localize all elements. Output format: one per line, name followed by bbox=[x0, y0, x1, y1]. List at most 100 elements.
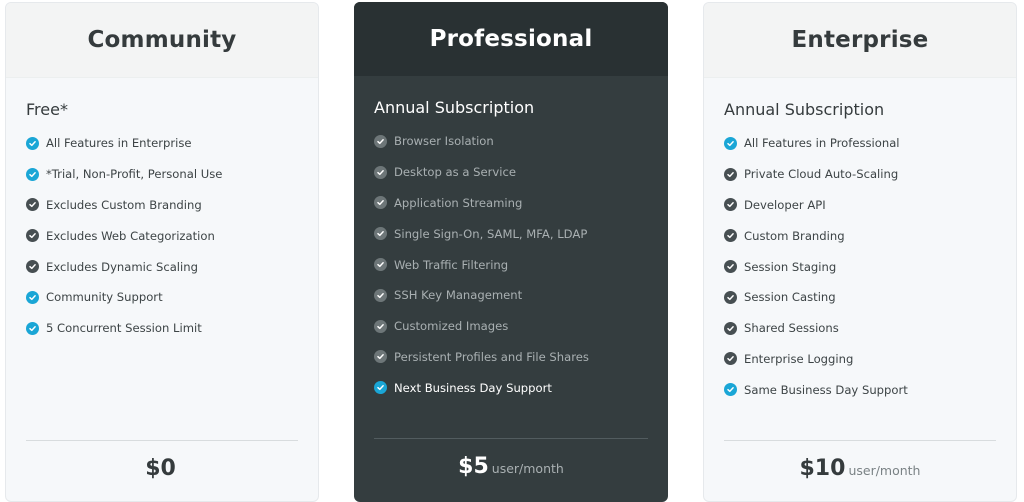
check-circle-icon bbox=[724, 198, 737, 212]
plan-subtitle: Annual Subscription bbox=[724, 100, 885, 119]
feature-item: Excludes Web Categorization bbox=[26, 220, 298, 251]
feature-label: Persistent Profiles and File Shares bbox=[394, 349, 589, 364]
feature-item: Excludes Custom Branding bbox=[26, 190, 298, 221]
feature-item: Persistent Profiles and File Shares bbox=[374, 342, 648, 373]
feature-label: Same Business Day Support bbox=[744, 382, 908, 397]
feature-item: Enterprise Logging bbox=[724, 344, 996, 375]
feature-label: 5 Concurrent Session Limit bbox=[46, 321, 202, 336]
feature-label: SSH Key Management bbox=[394, 288, 523, 303]
feature-label: Next Business Day Support bbox=[394, 380, 552, 395]
feature-item: Session Staging bbox=[724, 251, 996, 282]
feature-item: *Trial, Non-Profit, Personal Use bbox=[26, 159, 298, 190]
feature-item: Same Business Day Support bbox=[724, 374, 996, 405]
feature-label: Desktop as a Service bbox=[394, 165, 516, 180]
check-circle-icon bbox=[724, 383, 737, 397]
divider bbox=[26, 440, 298, 441]
feature-label: Session Staging bbox=[744, 259, 837, 274]
feature-item: Next Business Day Support bbox=[374, 372, 648, 403]
check-circle-icon bbox=[374, 381, 387, 395]
check-circle-icon bbox=[374, 196, 387, 210]
feature-item: Developer API bbox=[724, 190, 996, 221]
check-circle-icon bbox=[374, 227, 387, 241]
check-circle-icon bbox=[374, 319, 387, 333]
feature-label: Single Sign-On, SAML, MFA, LDAP bbox=[394, 226, 588, 241]
feature-item: 5 Concurrent Session Limit bbox=[26, 313, 298, 344]
check-circle-icon bbox=[26, 167, 39, 181]
check-circle-icon bbox=[374, 134, 387, 148]
price: $5 user/month bbox=[354, 454, 668, 479]
feature-item: Single Sign-On, SAML, MFA, LDAP bbox=[374, 218, 648, 249]
check-circle-icon bbox=[26, 260, 39, 274]
price-unit: user/month bbox=[491, 461, 564, 476]
check-circle-icon bbox=[374, 350, 387, 364]
feature-label: All Features in Professional bbox=[744, 136, 900, 151]
plan-title: Community bbox=[6, 3, 318, 78]
feature-label: Customized Images bbox=[394, 319, 509, 334]
feature-label: Enterprise Logging bbox=[744, 351, 854, 366]
feature-item: Browser Isolation bbox=[374, 126, 648, 157]
check-circle-icon bbox=[724, 321, 737, 335]
plan-subtitle: Annual Subscription bbox=[374, 98, 535, 117]
feature-item: Customized Images bbox=[374, 311, 648, 342]
plan-subtitle: Free* bbox=[26, 100, 68, 119]
feature-item: Session Casting bbox=[724, 282, 996, 313]
feature-item: Excludes Dynamic Scaling bbox=[26, 251, 298, 282]
feature-item: Private Cloud Auto-Scaling bbox=[724, 159, 996, 190]
check-circle-icon bbox=[724, 167, 737, 181]
feature-label: *Trial, Non-Profit, Personal Use bbox=[46, 167, 223, 182]
check-circle-icon bbox=[26, 198, 39, 212]
feature-label: Developer API bbox=[744, 197, 826, 212]
check-circle-icon bbox=[724, 136, 737, 150]
plan-card-community: Community Free* All Features in Enterpri… bbox=[5, 2, 319, 502]
feature-label: Custom Branding bbox=[744, 228, 845, 243]
plan-card-professional: Professional Annual Subscription Browser… bbox=[354, 2, 668, 502]
feature-label: All Features in Enterprise bbox=[46, 136, 192, 151]
check-circle-icon bbox=[26, 136, 39, 150]
feature-item: Community Support bbox=[26, 282, 298, 313]
feature-label: Private Cloud Auto-Scaling bbox=[744, 167, 899, 182]
check-circle-icon bbox=[374, 258, 387, 272]
price-unit: user/month bbox=[848, 463, 921, 478]
feature-label: Excludes Web Categorization bbox=[46, 228, 215, 243]
plan-body: Annual Subscription All Features in Prof… bbox=[704, 78, 1016, 501]
check-circle-icon bbox=[26, 290, 39, 304]
check-circle-icon bbox=[26, 321, 39, 335]
price: $10 user/month bbox=[704, 456, 1016, 481]
price-amount: $5 bbox=[458, 454, 489, 479]
price-amount: $0 bbox=[145, 456, 176, 481]
feature-item: Custom Branding bbox=[724, 220, 996, 251]
feature-item: Shared Sessions bbox=[724, 313, 996, 344]
check-circle-icon bbox=[374, 288, 387, 302]
check-circle-icon bbox=[26, 229, 39, 243]
feature-label: Excludes Custom Branding bbox=[46, 197, 202, 212]
feature-item: All Features in Enterprise bbox=[26, 128, 298, 159]
check-circle-icon bbox=[724, 260, 737, 274]
plan-title: Professional bbox=[354, 2, 668, 76]
price-amount: $10 bbox=[799, 456, 846, 481]
plan-title: Enterprise bbox=[704, 3, 1016, 78]
feature-item: Desktop as a Service bbox=[374, 157, 648, 188]
plan-body: Free* All Features in Enterprise *Trial, … bbox=[6, 78, 318, 501]
divider bbox=[374, 438, 648, 439]
feature-label: Web Traffic Filtering bbox=[394, 257, 509, 272]
feature-item: Web Traffic Filtering bbox=[374, 249, 648, 280]
feature-list: All Features in Enterprise *Trial, Non-Pr… bbox=[26, 128, 298, 344]
check-circle-icon bbox=[724, 229, 737, 243]
feature-item: SSH Key Management bbox=[374, 280, 648, 311]
check-circle-icon bbox=[724, 290, 737, 304]
feature-label: Browser Isolation bbox=[394, 134, 494, 149]
feature-list: All Features in Professional Private Clou… bbox=[724, 128, 996, 405]
feature-label: Shared Sessions bbox=[744, 321, 839, 336]
plan-card-enterprise: Enterprise Annual Subscription All Featu… bbox=[703, 2, 1017, 502]
feature-label: Excludes Dynamic Scaling bbox=[46, 259, 198, 274]
feature-list: Browser Isolation Desktop as a Service App… bbox=[374, 126, 648, 403]
feature-label: Session Casting bbox=[744, 290, 836, 305]
price: $0 bbox=[6, 456, 318, 481]
feature-label: Community Support bbox=[46, 290, 163, 305]
feature-item: All Features in Professional bbox=[724, 128, 996, 159]
divider bbox=[724, 440, 996, 441]
check-circle-icon bbox=[724, 352, 737, 366]
plan-body: Annual Subscription Browser Isolation Des… bbox=[354, 76, 668, 502]
feature-label: Application Streaming bbox=[394, 195, 523, 210]
check-circle-icon bbox=[374, 165, 387, 179]
